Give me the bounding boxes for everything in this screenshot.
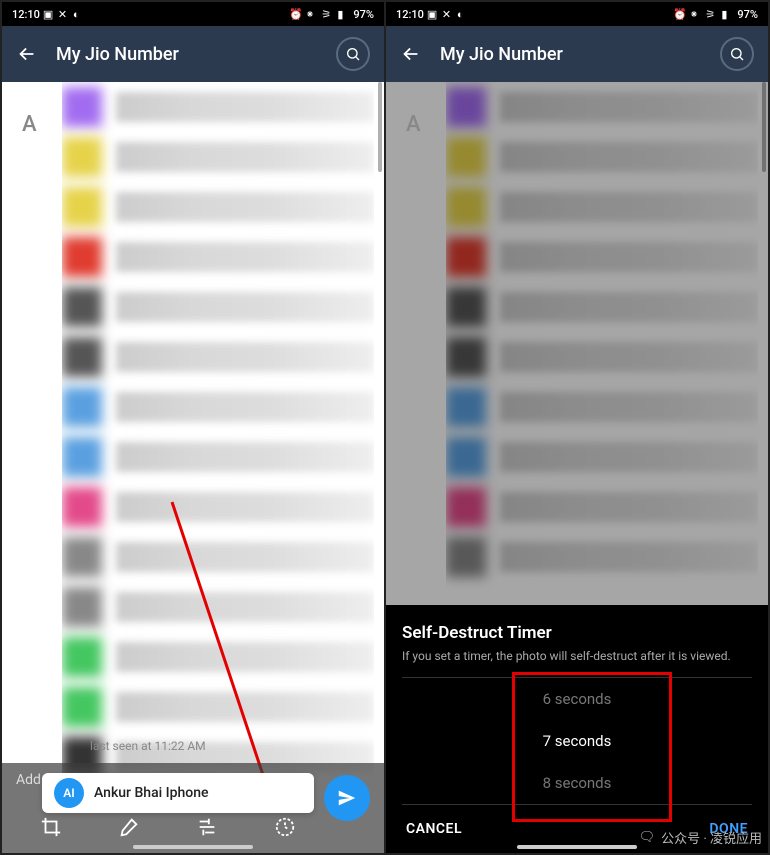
crop-icon[interactable] xyxy=(38,814,64,840)
send-button[interactable] xyxy=(324,775,370,821)
list-item[interactable] xyxy=(62,632,374,682)
wechat-icon: 🗨 xyxy=(639,830,656,845)
section-letter: A xyxy=(406,112,421,137)
phone-right: 12:10 ▣ ✕ ◐ ⏰ ⁕ ⚞ ▮ 97% My Jio Number A … xyxy=(386,2,768,853)
list-item[interactable] xyxy=(62,682,374,732)
app-icon: ✕ xyxy=(58,8,70,20)
status-time: 12:10 xyxy=(396,8,424,21)
list-item[interactable] xyxy=(62,332,374,382)
battery-text: 97% xyxy=(353,8,374,21)
list-item[interactable] xyxy=(62,482,374,532)
editor-bar: Add a caption... AI Ankur Bhai Iphone xyxy=(2,763,384,853)
timer-icon[interactable] xyxy=(272,814,298,840)
bluetooth-icon: ⁕ xyxy=(305,8,317,20)
app-title: My Jio Number xyxy=(440,44,702,65)
list-item[interactable] xyxy=(62,132,374,182)
app-bar: My Jio Number xyxy=(386,26,768,82)
list-item[interactable] xyxy=(62,382,374,432)
app-bar: My Jio Number xyxy=(2,26,384,82)
signal-icon: ▮ xyxy=(337,8,349,20)
search-button[interactable] xyxy=(336,37,370,71)
watermark: 🗨 公众号 · 凌锐应用 xyxy=(639,828,762,847)
sheet-title: Self-Destruct Timer xyxy=(402,623,752,643)
status-left: 12:10 ▣ ✕ ◐ xyxy=(12,8,85,21)
battery-text: 97% xyxy=(737,8,758,21)
list-item[interactable] xyxy=(62,232,374,282)
list-item[interactable] xyxy=(62,432,374,482)
brush-icon[interactable] xyxy=(116,814,142,840)
contact-list xyxy=(62,82,374,853)
watermark-text: 公众号 · 凌锐应用 xyxy=(661,828,762,847)
app-icon: ◐ xyxy=(73,8,85,20)
status-bar: 12:10 ▣ ✕ ◐ ⏰ ⁕ ⚞ ▮ 97% xyxy=(386,2,768,26)
list-item[interactable] xyxy=(62,82,374,132)
annotation-box xyxy=(512,672,672,822)
alarm-icon: ⏰ xyxy=(289,8,301,20)
tune-icon[interactable] xyxy=(194,814,220,840)
back-icon[interactable] xyxy=(400,43,422,65)
status-right: ⏰ ⁕ ⚞ ▮ 97% xyxy=(289,8,374,21)
self-destruct-sheet: Self-Destruct Timer If you set a timer, … xyxy=(386,605,768,853)
nav-indicator xyxy=(517,845,637,849)
nav-indicator xyxy=(133,845,253,849)
content-area: A last seen at 11:22 AM xyxy=(2,82,384,853)
app-title: My Jio Number xyxy=(56,44,318,65)
tool-row xyxy=(2,807,384,847)
signal-icon: ▮ xyxy=(721,8,733,20)
app-icon: ◐ xyxy=(457,8,469,20)
status-right: ⏰ ⁕ ⚞ ▮ 97% xyxy=(673,8,758,21)
last-seen-text: last seen at 11:22 AM xyxy=(90,739,206,753)
wifi-icon: ⚞ xyxy=(705,8,717,20)
list-item[interactable] xyxy=(62,532,374,582)
cancel-button[interactable]: CANCEL xyxy=(406,821,462,837)
search-button[interactable] xyxy=(720,37,754,71)
phone-left: 12:10 ▣ ✕ ◐ ⏰ ⁕ ⚞ ▮ 97% My Jio Number A … xyxy=(2,2,384,853)
bluetooth-icon: ⁕ xyxy=(689,8,701,20)
app-icon: ▣ xyxy=(43,8,55,20)
reply-name: Ankur Bhai Iphone xyxy=(94,785,209,801)
app-icon: ▣ xyxy=(427,8,439,20)
list-item[interactable] xyxy=(62,282,374,332)
section-letter: A xyxy=(22,112,37,137)
status-left: 12:10 ▣ ✕ ◐ xyxy=(396,8,469,21)
wifi-icon: ⚞ xyxy=(321,8,333,20)
sheet-description: If you set a timer, the photo will self-… xyxy=(402,649,752,663)
status-bar: 12:10 ▣ ✕ ◐ ⏰ ⁕ ⚞ ▮ 97% xyxy=(2,2,384,26)
scrollbar[interactable] xyxy=(378,82,382,172)
status-time: 12:10 xyxy=(12,8,40,21)
app-icon: ✕ xyxy=(442,8,454,20)
list-item[interactable] xyxy=(62,582,374,632)
back-icon[interactable] xyxy=(16,43,38,65)
alarm-icon: ⏰ xyxy=(673,8,685,20)
timer-picker[interactable]: 6 seconds 7 seconds 8 seconds xyxy=(402,677,752,805)
reply-avatar: AI xyxy=(54,778,84,808)
list-item[interactable] xyxy=(62,182,374,232)
